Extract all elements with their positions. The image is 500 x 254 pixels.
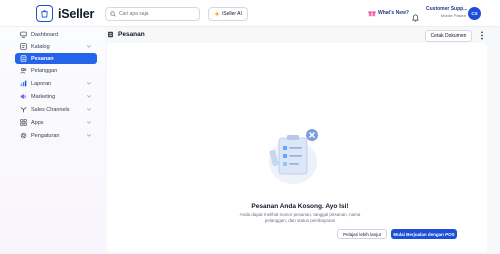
channels-icon: [20, 106, 27, 113]
catalog-icon: [20, 43, 27, 50]
user-menu[interactable]: Customer Supp... Mobile Pasien: [426, 6, 468, 18]
chevron-down-icon: [86, 82, 92, 85]
chevron-down-icon: [86, 121, 92, 124]
more-options-icon[interactable]: [480, 31, 484, 40]
ai-button-label: iSeller AI: [222, 11, 242, 17]
chevron-down-icon: [86, 134, 92, 137]
print-document-button[interactable]: Cetak Dokumen: [425, 30, 472, 42]
sidebar-item-marketing[interactable]: Marketing: [15, 91, 97, 102]
apps-icon: [20, 119, 27, 126]
main-content: Pesanan Cetak Dokumen Pesanan Anda Koson…: [105, 27, 500, 254]
chevron-down-icon: [86, 95, 92, 98]
sidebar-item-label: Katalog: [31, 43, 50, 50]
sidebar-item-label: Pengaturan: [31, 132, 60, 139]
iseller-ai-button[interactable]: iSeller AI: [208, 7, 248, 21]
app-logo[interactable]: iSeller: [36, 5, 94, 22]
search-input[interactable]: [119, 11, 199, 17]
sidebar-item-label: Pesanan: [31, 55, 54, 62]
sidebar-item-label: Pelanggan: [31, 67, 58, 74]
sidebar-item-pesanan[interactable]: Pesanan: [15, 53, 97, 64]
empty-orders-illustration: [269, 129, 318, 184]
notification-bell-icon[interactable]: [412, 9, 419, 27]
sidebar-item-laporan[interactable]: Laporan: [15, 78, 97, 89]
app-name: iSeller: [58, 6, 95, 21]
whats-new-label: What's New?: [378, 10, 409, 16]
sparkle-icon: [214, 11, 221, 17]
gift-icon: [368, 11, 376, 17]
sidebar-item-pengaturan[interactable]: Pengaturan: [15, 130, 97, 141]
avatar[interactable]: CS: [468, 7, 481, 20]
sidebar-item-label: Dashboard: [31, 31, 58, 38]
sidebar-item-label: Sales Channels: [31, 106, 70, 113]
sidebar-item-pelanggan[interactable]: Pelanggan: [15, 65, 97, 76]
page-title-text: Pesanan: [118, 31, 145, 38]
search-icon: [110, 11, 116, 17]
sidebar-item-label: Apps: [31, 119, 44, 126]
chevron-down-icon: [86, 108, 92, 111]
monitor-icon: [20, 31, 27, 38]
sidebar-item-sales-channels[interactable]: Sales Channels: [15, 104, 97, 115]
sidebar-item-label: Laporan: [31, 80, 52, 87]
start-selling-pos-button[interactable]: Mulai Berjualan dengan POS: [391, 229, 457, 239]
user-name: Customer Supp...: [426, 6, 468, 12]
sidebar-item-katalog[interactable]: Katalog: [15, 41, 97, 52]
search-box[interactable]: [105, 7, 200, 21]
gear-icon: [20, 132, 27, 139]
megaphone-icon: [20, 93, 27, 100]
chart-icon: [20, 80, 27, 87]
chevron-down-icon: [86, 45, 92, 48]
top-bar: iSeller iSeller AI What's New? Customer …: [0, 0, 500, 27]
empty-state-description: Anda dapat melihat nomor pesanan, tangga…: [239, 212, 361, 223]
whats-new-link[interactable]: What's New?: [368, 9, 409, 17]
orders-icon: [20, 55, 27, 62]
sidebar: Dashboard Katalog Pesanan Pelanggan Lapo…: [0, 27, 105, 254]
shopping-bag-icon: [36, 5, 53, 22]
customers-icon: [20, 67, 27, 74]
sidebar-item-dashboard[interactable]: Dashboard: [15, 29, 97, 40]
learn-more-button[interactable]: Pelajari lebih lanjut: [337, 229, 387, 239]
empty-state-title: Pesanan Anda Kosong. Ayo Isi!: [251, 203, 349, 210]
sidebar-item-label: Marketing: [31, 93, 56, 100]
user-subtitle: Mobile Pasien: [440, 13, 466, 18]
page-header: Pesanan Cetak Dokumen: [105, 27, 500, 44]
orders-icon: [108, 31, 113, 38]
page-title: Pesanan: [107, 31, 145, 38]
sidebar-item-apps[interactable]: Apps: [15, 117, 97, 128]
